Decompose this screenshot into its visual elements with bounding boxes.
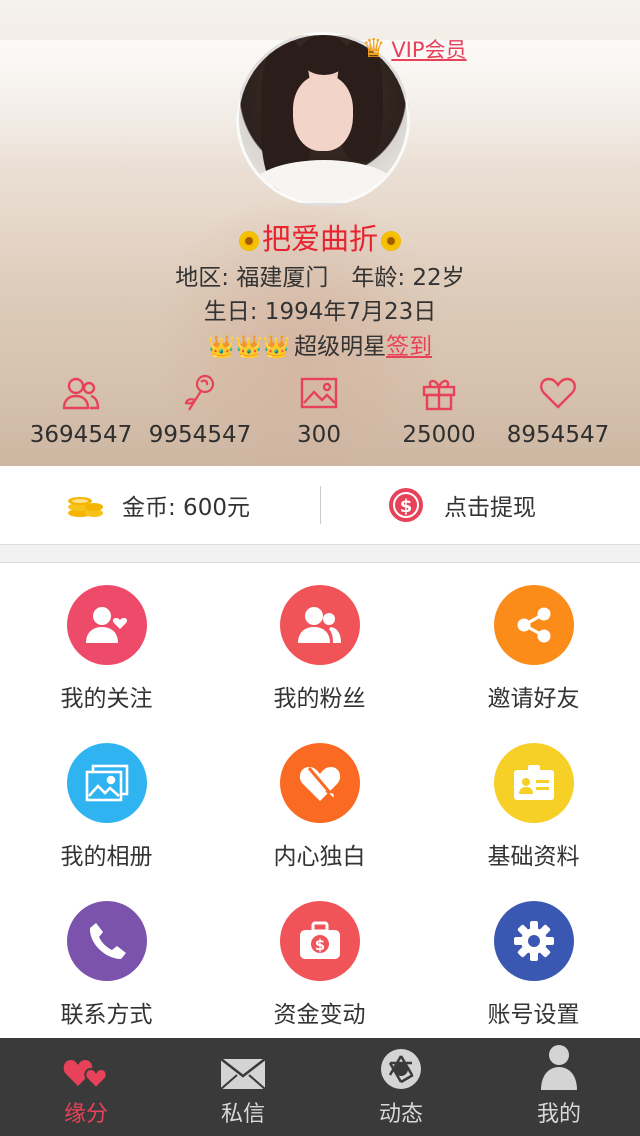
nickname-row: 把爱曲折 (0, 216, 640, 258)
album-icon (66, 743, 147, 823)
menu-label: 我的相册 (60, 844, 153, 870)
stat-value: 9954547 (148, 422, 252, 448)
tab-fate[interactable]: 缘分 (6, 1038, 166, 1136)
follow-icon (66, 585, 147, 665)
users-icon (16, 370, 146, 416)
bottom-tab-bar: 缘分 私信 动态 我的 (0, 1038, 640, 1136)
share-icon (493, 585, 574, 665)
menu-item-fans[interactable]: 我的粉丝 (213, 563, 426, 721)
menu-item-album[interactable]: 我的相册 (0, 721, 213, 879)
crown-icons: 👑👑👑 (207, 335, 291, 360)
menu-item-funds[interactable]: $ 资金变动 (213, 879, 426, 1037)
tab-messages[interactable]: 私信 (163, 1038, 323, 1136)
stat-value: 3694547 (29, 422, 133, 448)
stat-value: 8954547 (506, 422, 610, 448)
sign-in-link[interactable]: 签到 (386, 334, 432, 360)
stats-row: 3694547 9954547 300 25000 8954547 (0, 370, 640, 460)
stat-value: 300 (297, 422, 341, 448)
region-age: 地区: 福建厦门 年龄: 22岁 (175, 265, 465, 291)
menu-label: 基础资料 (487, 844, 580, 870)
menu-label: 我的关注 (60, 686, 153, 712)
menu-label: 资金变动 (273, 1002, 366, 1028)
person-icon (479, 1038, 639, 1090)
withdraw-button[interactable]: $ 点击提现 (388, 466, 536, 544)
vip-label: VIP会员 (391, 38, 467, 62)
coins-icon (66, 491, 104, 519)
menu-item-account-settings[interactable]: 账号设置 (427, 879, 640, 1037)
menu-item-basic-info[interactable]: 基础资料 (427, 721, 640, 879)
flower-icon (238, 231, 259, 251)
menu-label: 账号设置 (487, 1002, 580, 1028)
rose-icon (135, 370, 265, 416)
menu-item-invite[interactable]: 邀请好友 (427, 563, 640, 721)
stat-likes[interactable]: 8954547 (493, 370, 623, 448)
svg-text:$: $ (314, 936, 324, 954)
menu-label: 邀请好友 (487, 686, 580, 712)
heart-pen-icon (279, 743, 360, 823)
coins-label: 金币: 600元 (122, 495, 250, 521)
birthday: 生日: 1994年7月23日 (203, 299, 437, 325)
tab-moments[interactable]: 动态 (321, 1038, 481, 1136)
heart-icon (493, 370, 623, 416)
nickname: 把爱曲折 (261, 222, 378, 256)
crown-icon: ♛ (362, 34, 386, 64)
stat-photos[interactable]: 300 (254, 370, 384, 448)
photo-icon (254, 370, 384, 416)
hearts-icon (6, 1038, 166, 1090)
stat-roses[interactable]: 9954547 (135, 370, 265, 448)
tab-label: 我的 (536, 1102, 581, 1127)
envelope-icon (163, 1038, 323, 1090)
menu-label: 联系方式 (60, 1002, 153, 1028)
withdraw-label: 点击提现 (444, 495, 536, 521)
vip-member-link[interactable]: ♛ VIP会员 (362, 34, 467, 64)
gift-icon (374, 370, 504, 416)
tab-mine[interactable]: 我的 (479, 1038, 639, 1136)
profile-header: ♛ VIP会员 把爱曲折 地区: 福建厦门 年龄: 22岁 生日: 1994年7… (0, 0, 640, 466)
dollar-icon: $ (388, 487, 424, 523)
menu-label: 内心独白 (273, 844, 366, 870)
id-card-icon (493, 743, 574, 823)
wallet-bar: 金币: 600元 $ 点击提现 (0, 466, 640, 545)
tab-label: 缘分 (63, 1102, 108, 1127)
gear-icon (493, 901, 574, 981)
menu-grid: 我的关注 我的粉丝 邀请好友 我的相册 内心独白 基础资料 联系方式 $ 资金变… (0, 562, 640, 1039)
menu-item-contact[interactable]: 联系方式 (0, 879, 213, 1037)
tab-label: 动态 (378, 1102, 423, 1127)
menu-label: 我的粉丝 (273, 686, 366, 712)
stat-value: 25000 (402, 422, 476, 448)
menu-item-following[interactable]: 我的关注 (0, 563, 213, 721)
coins-display[interactable]: 金币: 600元 (66, 466, 250, 544)
menu-item-monologue[interactable]: 内心独白 (213, 721, 426, 879)
aperture-icon (321, 1038, 481, 1090)
level-row: 👑👑👑 超级明星签到 (0, 327, 640, 361)
divider (320, 486, 321, 524)
svg-text:$: $ (400, 496, 413, 517)
stat-followers[interactable]: 3694547 (16, 370, 146, 448)
money-bag-icon: $ (279, 901, 360, 981)
fans-icon (279, 585, 360, 665)
phone-icon (66, 901, 147, 981)
tab-label: 私信 (220, 1102, 265, 1127)
flower-icon (381, 231, 401, 251)
stat-gifts[interactable]: 25000 (374, 370, 504, 448)
level-text: 超级明星 (294, 334, 387, 360)
